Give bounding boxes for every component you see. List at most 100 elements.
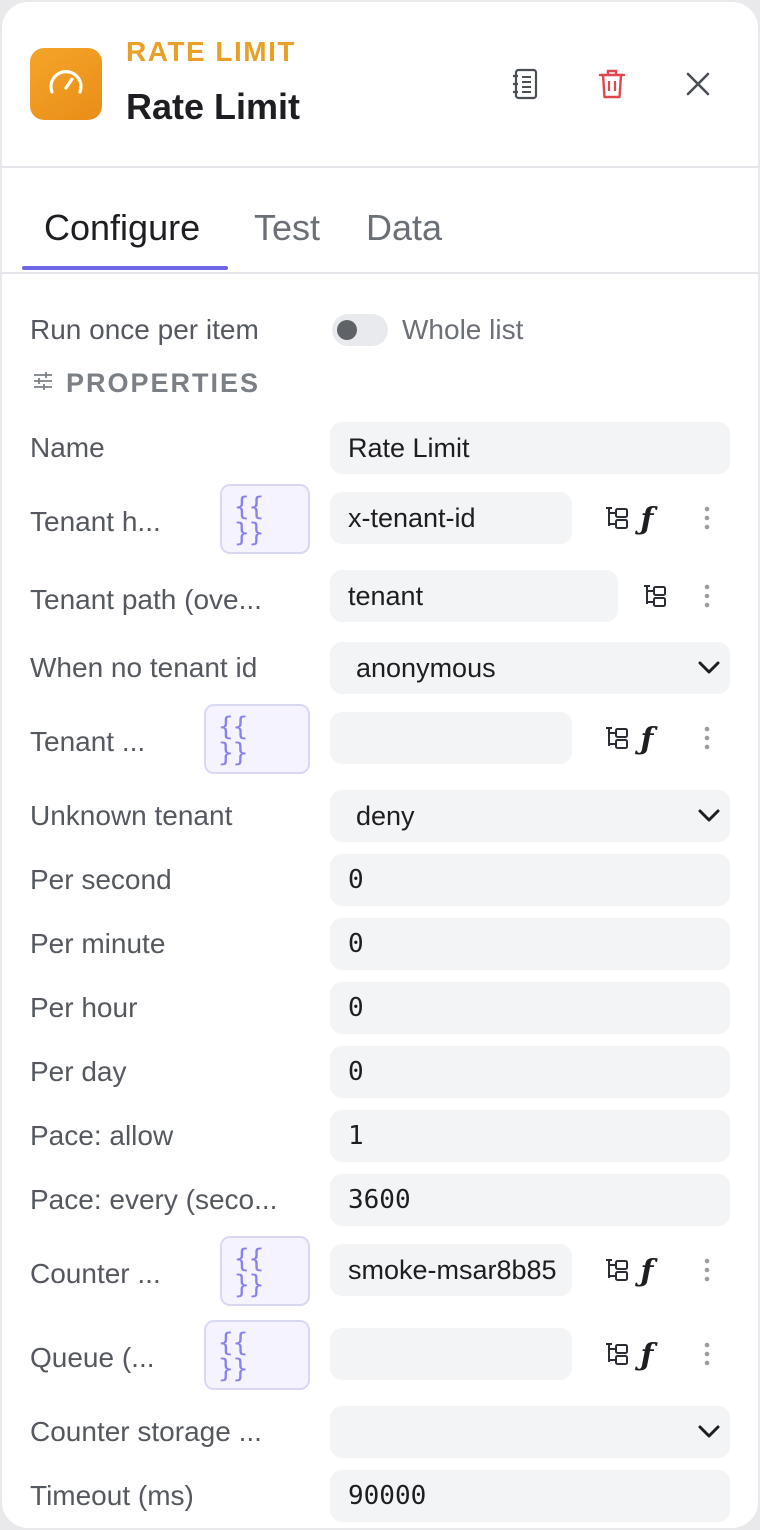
tenant-header-function-button[interactable]: ƒ [630,503,664,537]
tenant-header-label: Tenant h... [30,506,161,537]
braces-close-glyph: }} [218,1354,248,1384]
counter-mapping-button[interactable] [600,1255,634,1289]
per-day-input[interactable]: 0 [330,1046,730,1098]
per-minute-value: 0 [348,929,364,959]
queue-label: Queue (... [30,1342,155,1373]
more-vertical-icon [703,505,711,536]
tenant-header-expression-button[interactable]: {{ }} [220,484,310,554]
chevron-down-icon [694,1417,724,1447]
node-config-panel: RATE LIMIT Rate Limit Configure Test Dat… [2,2,758,1528]
tab-data[interactable]: Data [366,208,442,248]
delete-button[interactable] [590,64,634,108]
speedometer-icon [30,48,102,120]
braces-close-glyph: }} [218,738,248,768]
braces-open-glyph: {{ [218,1328,248,1358]
tenant-other-input[interactable] [330,712,572,764]
unknown-tenant-value: deny [356,800,415,831]
counter-storage-label: Counter storage ... [30,1416,262,1447]
tenant-path-input[interactable]: tenant [330,570,618,622]
tenant-path-mapping-button[interactable] [638,581,672,615]
name-value: Rate Limit [348,432,470,463]
per-second-value: 0 [348,865,364,895]
no-tenant-value: anonymous [356,652,496,683]
node-title[interactable]: Rate Limit [126,86,300,128]
tenant-header-value: x-tenant-id [348,502,476,533]
tenant-other-more-button[interactable] [690,723,724,757]
unknown-tenant-select[interactable]: deny [330,790,730,842]
trash-icon [598,68,626,105]
panel-header: RATE LIMIT Rate Limit [2,2,758,168]
function-icon: ƒ [640,722,654,757]
run-mode-label: Run once per item [30,314,259,345]
tab-test[interactable]: Test [254,208,320,248]
field-mapping-icon [604,1341,630,1372]
per-day-value: 0 [348,1057,364,1087]
pace-every-label: Pace: every (seco... [30,1184,278,1215]
queue-input[interactable] [330,1328,572,1380]
counter-storage-select[interactable] [330,1406,730,1458]
per-second-label: Per second [30,864,172,895]
per-minute-input[interactable]: 0 [330,918,730,970]
braces-open-glyph: {{ [234,1244,264,1274]
tenant-header-input[interactable]: x-tenant-id [330,492,572,544]
more-vertical-icon [703,1341,711,1372]
queue-function-button[interactable]: ƒ [630,1339,664,1373]
field-mapping-icon [604,505,630,536]
tenant-other-mapping-button[interactable] [600,723,634,757]
sliders-icon [32,370,54,397]
no-tenant-select[interactable]: anonymous [330,642,730,694]
timeout-input[interactable]: 90000 [330,1470,730,1522]
name-label: Name [30,432,105,463]
per-hour-label: Per hour [30,992,138,1023]
function-icon: ƒ [640,502,654,537]
braces-close-glyph: }} [234,1270,264,1300]
counter-more-button[interactable] [690,1255,724,1289]
per-hour-input[interactable]: 0 [330,982,730,1034]
tenant-path-label: Tenant path (ove... [30,584,262,615]
counter-input[interactable]: smoke-msar8b85 [330,1244,572,1296]
tab-configure[interactable]: Configure [44,208,200,248]
toggle-knob [337,320,357,340]
close-button[interactable] [676,64,720,108]
tenant-path-more-button[interactable] [690,581,724,615]
tenant-header-more-button[interactable] [690,503,724,537]
queue-more-button[interactable] [690,1339,724,1373]
tenant-other-label: Tenant ... [30,726,146,757]
function-icon: ƒ [640,1254,654,1289]
counter-expression-button[interactable]: {{ }} [220,1236,310,1306]
chevron-down-icon [694,653,724,683]
timeout-label: Timeout (ms) [30,1480,194,1511]
pace-allow-value: 1 [348,1121,364,1151]
tenant-header-mapping-button[interactable] [600,503,634,537]
more-vertical-icon [703,1257,711,1288]
more-vertical-icon [703,583,711,614]
queue-mapping-button[interactable] [600,1339,634,1373]
name-input[interactable]: Rate Limit [330,422,730,474]
braces-close-glyph: }} [234,518,264,548]
braces-open-glyph: {{ [218,712,248,742]
tenant-other-function-button[interactable]: ƒ [630,723,664,757]
counter-function-button[interactable]: ƒ [630,1255,664,1289]
pace-allow-input[interactable]: 1 [330,1110,730,1162]
timeout-value: 90000 [348,1481,427,1511]
close-icon [685,71,711,102]
tab-bar: Configure Test Data [2,168,758,274]
per-minute-label: Per minute [30,928,166,959]
per-second-input[interactable]: 0 [330,854,730,906]
pace-every-input[interactable]: 3600 [330,1174,730,1226]
properties-heading-label: PROPERTIES [66,368,261,398]
tenant-other-expression-button[interactable]: {{ }} [204,704,310,774]
per-hour-value: 0 [348,993,364,1023]
notes-button[interactable] [504,64,548,108]
queue-expression-button[interactable]: {{ }} [204,1320,310,1390]
whole-list-toggle[interactable] [332,314,388,346]
node-type-label: RATE LIMIT [126,36,297,67]
field-mapping-icon [604,1257,630,1288]
chevron-down-icon [694,801,724,831]
counter-label: Counter ... [30,1258,161,1289]
no-tenant-label: When no tenant id [30,652,258,683]
pace-every-value: 3600 [348,1185,411,1215]
whole-list-label: Whole list [402,314,524,345]
field-mapping-icon [604,725,630,756]
pace-allow-label: Pace: allow [30,1120,174,1151]
